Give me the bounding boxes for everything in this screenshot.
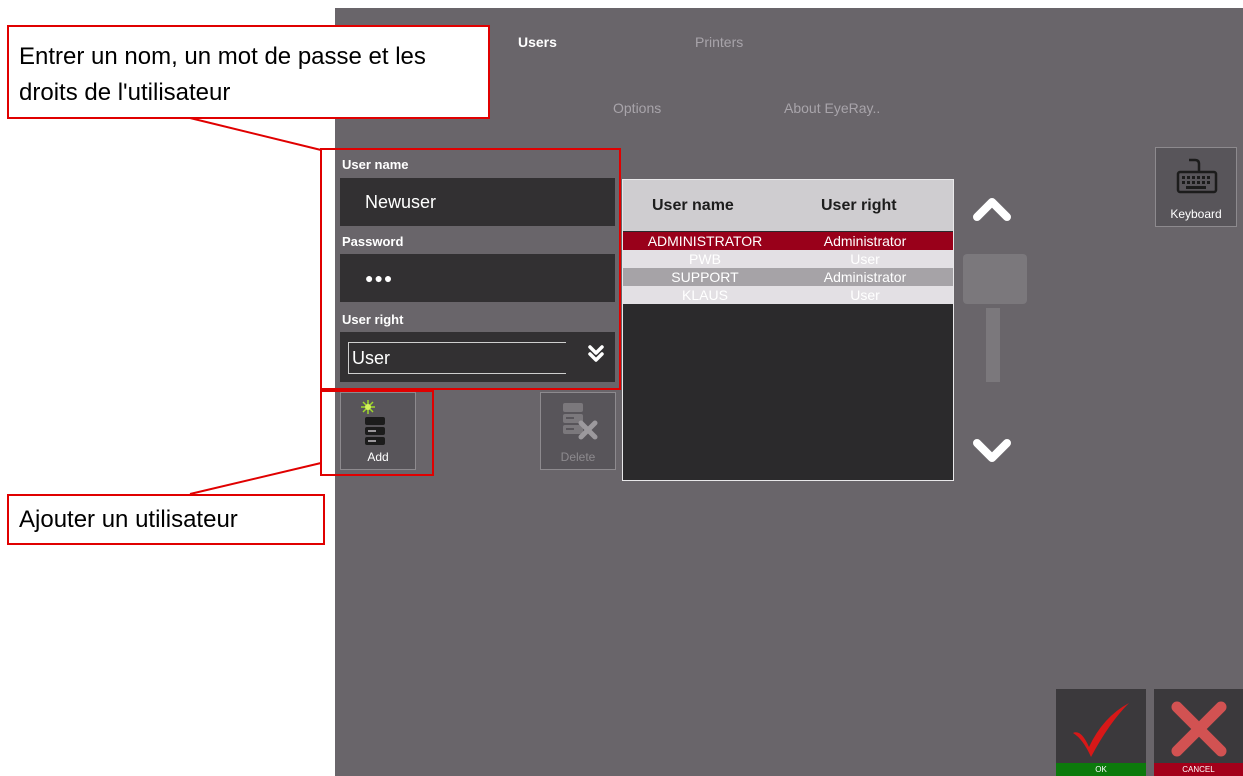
table-cell-name: ADMINISTRATOR	[647, 233, 763, 249]
tab-about[interactable]: About EyeRay..	[784, 100, 880, 116]
scrollbar-thumb[interactable]	[963, 254, 1027, 304]
keyboard-label: Keyboard	[1170, 207, 1222, 221]
table-row[interactable]: ADMINISTRATOR Administrator	[623, 232, 953, 250]
table-cell-name: KLAUS	[682, 287, 728, 303]
table-header: User name User right	[623, 180, 953, 231]
table-cell-right: Administrator	[823, 269, 907, 285]
ok-label: OK	[1056, 763, 1146, 776]
table-cell-name: PWB	[689, 251, 721, 267]
keyboard-icon	[1176, 158, 1218, 194]
close-icon	[1171, 701, 1227, 757]
checkmark-icon	[1073, 703, 1129, 757]
table-row[interactable]: KLAUS User	[623, 286, 953, 304]
highlight-form-fields	[320, 148, 621, 390]
callout-add-user: Ajouter un utilisateur	[7, 494, 325, 545]
highlight-add-button	[320, 390, 434, 476]
table-cell-right: User	[850, 251, 880, 267]
callout-enter-user-details: Entrer un nom, un mot de passe et les dr…	[7, 25, 490, 119]
table-row[interactable]: SUPPORT Administrator	[623, 268, 953, 286]
keyboard-button[interactable]: Keyboard	[1155, 147, 1237, 227]
tab-printers[interactable]: Printers	[695, 34, 743, 50]
table-cell-right: User	[850, 287, 880, 303]
cancel-button[interactable]: CANCEL	[1154, 689, 1243, 776]
scrollbar-track[interactable]	[986, 308, 1000, 382]
tab-users[interactable]: Users	[518, 34, 557, 50]
tab-options[interactable]: Options	[613, 100, 661, 116]
table-row[interactable]: PWB User	[623, 250, 953, 268]
users-table: User name User right ADMINISTRATOR Admin…	[622, 179, 954, 481]
delete-user-icon	[563, 403, 598, 440]
header-user-right: User right	[821, 197, 897, 214]
table-cell-right: Administrator	[823, 233, 907, 249]
scroll-up-icon[interactable]	[972, 196, 1012, 222]
scroll-down-icon[interactable]	[972, 438, 1012, 464]
delete-user-button[interactable]: Delete	[540, 392, 616, 470]
cancel-label: CANCEL	[1154, 763, 1243, 776]
delete-button-label: Delete	[560, 450, 596, 464]
app-window: Users Printers Options About EyeRay.. Us…	[335, 8, 1243, 776]
table-cell-name: SUPPORT	[671, 269, 739, 285]
header-user-name: User name	[652, 197, 734, 214]
ok-button[interactable]: OK	[1056, 689, 1146, 776]
